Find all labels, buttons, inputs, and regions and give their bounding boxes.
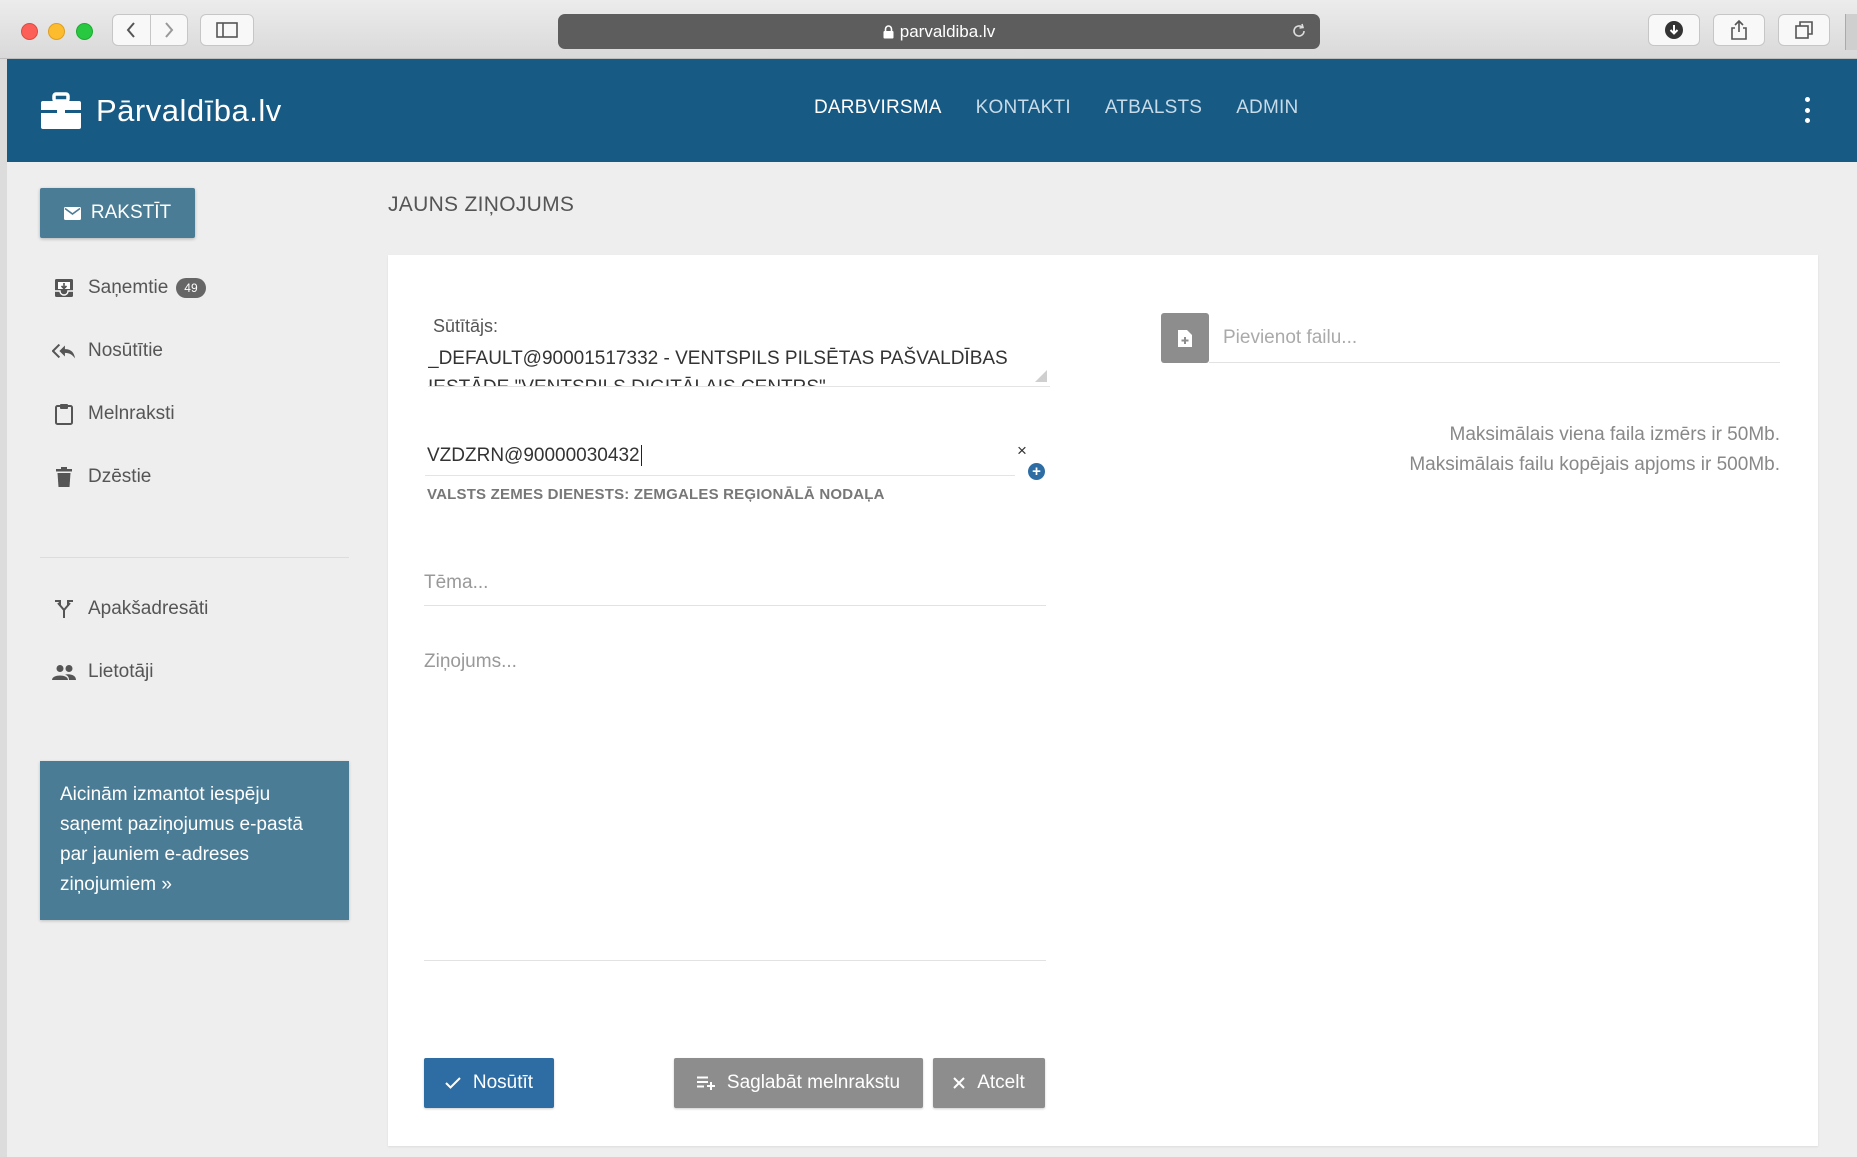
address-bar[interactable]: parvaldiba.lv (558, 14, 1320, 49)
sender-field[interactable]: _DEFAULT@90001517332 - VENTSPILS PILSĒTA… (428, 344, 1050, 387)
inbox-icon (52, 276, 76, 300)
window-left-edge (0, 59, 7, 1157)
window-edge (1845, 14, 1857, 50)
forward-button[interactable] (149, 15, 188, 45)
site-logo[interactable]: Pārvaldība.lv (40, 92, 282, 130)
sidebar-item-label: Nosūtītie (88, 340, 163, 361)
max-file-size-note: Maksimālais viena faila izmērs ir 50Mb. (1449, 424, 1781, 445)
sidebar-item-label: Apakšadresāti (88, 598, 209, 619)
zoom-window-button[interactable] (76, 23, 93, 40)
attach-file-button[interactable] (1161, 313, 1209, 363)
file-add-icon (1178, 329, 1192, 347)
sidebar-item-label: Melnraksti (88, 403, 175, 424)
sidebar-item-sent[interactable]: Nosūtītie (52, 339, 163, 363)
sidebar-item-label: Saņemtie (88, 277, 169, 298)
nav-admin[interactable]: ADMIN (1236, 97, 1298, 119)
send-label: Nosūtīt (472, 1072, 534, 1093)
briefcase-icon (41, 92, 81, 129)
chevron-left-icon (126, 22, 136, 38)
share-icon (1731, 19, 1747, 40)
sidebar-item-inbox[interactable]: Saņemtie 49 (52, 276, 206, 300)
sidebar-divider (40, 557, 349, 558)
compose-button[interactable]: RAKSTĪT (40, 188, 195, 238)
compose-label: RAKSTĪT (90, 202, 172, 223)
tabs-overview-button[interactable] (1778, 14, 1830, 46)
nav-kontakti[interactable]: KONTAKTI (976, 97, 1071, 119)
close-icon (953, 1077, 965, 1089)
history-navigation (112, 14, 188, 46)
lock-icon (883, 24, 894, 39)
chevron-right-icon (164, 22, 174, 38)
downloads-button[interactable] (1648, 14, 1700, 46)
resize-handle-icon[interactable] (1035, 370, 1047, 382)
reply-all-icon (52, 339, 76, 363)
more-menu-icon[interactable] (1797, 97, 1817, 123)
nav-atbalsts[interactable]: ATBALSTS (1105, 97, 1202, 119)
sidebar-item-trash[interactable]: Dzēstie (52, 465, 151, 489)
reload-icon[interactable] (1290, 22, 1308, 40)
clipboard-icon (52, 402, 76, 426)
minimize-window-button[interactable] (48, 23, 65, 40)
sidebar-toggle-button[interactable] (200, 14, 254, 46)
tabs-icon (1795, 21, 1813, 39)
sender-label: Sūtītājs: (433, 316, 499, 336)
message-textarea[interactable]: Ziņojums... (424, 651, 1046, 961)
share-button[interactable] (1713, 14, 1765, 46)
cancel-label: Atcelt (977, 1072, 1025, 1093)
nav-darbvirsma[interactable]: DARBVIRSMA (814, 97, 942, 119)
text-caret (640, 445, 642, 466)
mail-icon (63, 206, 81, 220)
top-navigation: DARBVIRSMA KONTAKTI ATBALSTS ADMIN (814, 97, 1332, 119)
recipient-value: VZDZRN@90000030432 (427, 444, 640, 466)
save-draft-label: Saglabāt melnrakstu (726, 1072, 901, 1093)
email-notification-promo[interactable]: Aicinām izmantot iespēju saņemt paziņoju… (40, 761, 349, 920)
sidebar-item-users[interactable]: Lietotāji (52, 660, 154, 684)
recipient-name: VALSTS ZEMES DIENESTS: ZEMGALES REĢIONĀL… (427, 486, 885, 503)
attach-file-input[interactable]: Pievienot failu... (1209, 313, 1780, 363)
recipient-input[interactable]: VZDZRN@90000030432 (425, 436, 1015, 476)
add-recipient-button[interactable]: + (1028, 463, 1045, 480)
sidebar-item-label: Dzēstie (88, 466, 152, 487)
cancel-button[interactable]: Atcelt (933, 1058, 1045, 1108)
sidebar-icon (216, 22, 238, 38)
sidebar-item-label: Lietotāji (88, 661, 154, 682)
sidebar-item-drafts[interactable]: Melnraksti (52, 402, 175, 426)
close-window-button[interactable] (21, 23, 38, 40)
subject-input[interactable]: Tēma... (424, 565, 1046, 606)
page-title: JAUNS ZIŅOJUMS (388, 193, 575, 216)
send-button[interactable]: Nosūtīt (424, 1058, 554, 1108)
save-draft-button[interactable]: Saglabāt melnrakstu (674, 1058, 923, 1108)
url-text: parvaldiba.lv (899, 21, 996, 41)
check-icon (445, 1077, 461, 1089)
browser-toolbar: parvaldiba.lv (0, 0, 1857, 59)
app-header: Pārvaldība.lv DARBVIRSMA KONTAKTI ATBALS… (7, 59, 1857, 162)
trash-icon (52, 465, 76, 489)
download-icon (1665, 21, 1683, 39)
logo-text: Pārvaldība.lv (96, 93, 282, 128)
sidebar-item-subaddressees[interactable]: Apakšadresāti (52, 597, 208, 621)
call-split-icon (52, 597, 76, 621)
max-total-size-note: Maksimālais failu kopējais apjoms ir 500… (1409, 454, 1780, 475)
remove-recipient-button[interactable]: × (1017, 441, 1027, 461)
unread-count-badge: 49 (176, 278, 206, 298)
playlist-add-icon (696, 1076, 715, 1090)
back-button[interactable] (113, 15, 150, 45)
people-icon (52, 660, 76, 684)
